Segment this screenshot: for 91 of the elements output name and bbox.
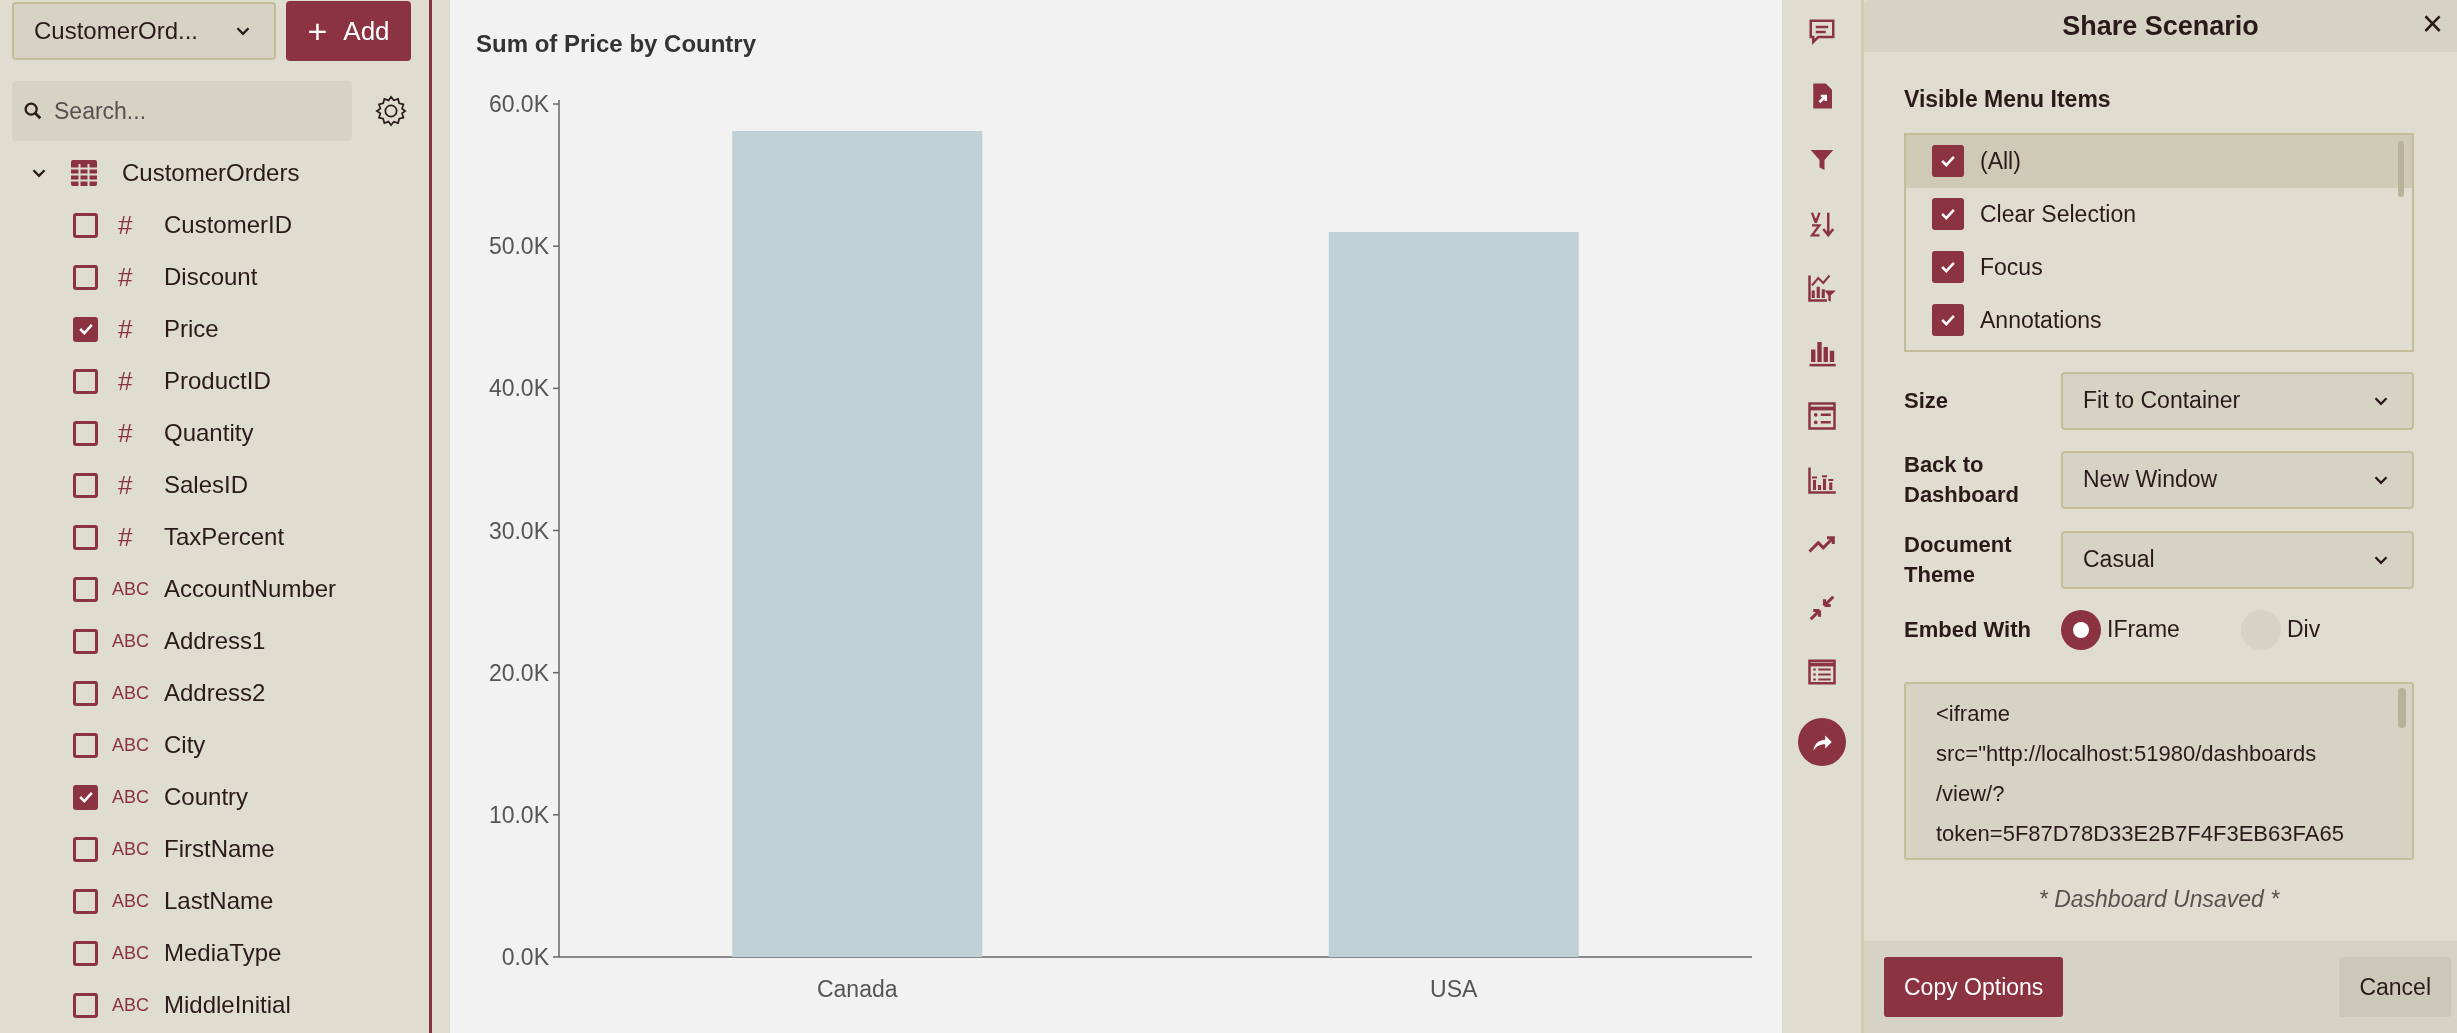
checkbox[interactable] [73, 680, 98, 706]
number-type-label: # [117, 468, 134, 502]
checkbox[interactable] [73, 992, 98, 1018]
settings-icon[interactable] [374, 94, 408, 128]
checkbox[interactable] [1932, 304, 1964, 336]
panel-title: Share Scenario [2062, 9, 2259, 43]
dropdown[interactable]: Casual [2061, 530, 2414, 589]
field-label[interactable]: Country [164, 779, 249, 815]
field-label[interactable]: Quantity [164, 415, 254, 451]
x-tick-label: USA [1430, 976, 1478, 1002]
checkbox[interactable] [73, 888, 98, 914]
toolbar-button[interactable] [1797, 718, 1846, 766]
checkbox[interactable] [73, 420, 98, 446]
checkbox[interactable] [73, 836, 98, 862]
radio-option[interactable]: IFrame [2061, 609, 2241, 650]
checkbox[interactable] [73, 732, 98, 758]
field-label[interactable]: Price [164, 311, 219, 347]
dropdown[interactable]: New Window [2061, 450, 2414, 509]
field-label[interactable]: MiddleInitial [164, 987, 291, 1023]
y-tick-label: 0.0K [501, 944, 549, 970]
status-text: * Dashboard Unsaved * [2037, 884, 2281, 914]
embed-code-field[interactable]: <iframe src="http://localhost:51980/dashboards /view/? token=5F87D78D33E2B7F4F3EB63FA65 [1904, 681, 2414, 860]
y-tick-label: 40.0K [488, 375, 549, 402]
y-tick-label: 20.0K [488, 659, 549, 686]
field-label: Embed With [1904, 616, 2032, 644]
search-icon [22, 100, 44, 122]
checkbox[interactable] [1932, 198, 1964, 230]
checkbox[interactable] [73, 472, 98, 498]
text-type-label: ABC [111, 629, 150, 653]
checkbox[interactable] [73, 576, 98, 602]
scrollbar-thumb[interactable] [2398, 687, 2406, 728]
list-item[interactable]: (All) [1906, 134, 2412, 188]
field-label: Document Theme [1904, 530, 2013, 589]
number-type-label: # [117, 260, 134, 294]
source-select[interactable]: CustomerOrd... [12, 2, 276, 60]
checkbox[interactable] [1932, 251, 1964, 283]
y-tick-label: 10.0K [488, 801, 549, 828]
text-type-label: ABC [111, 889, 150, 913]
field-label[interactable]: Discount [164, 259, 258, 295]
checkbox[interactable] [1932, 145, 1964, 177]
field-label[interactable]: Address2 [164, 675, 266, 711]
field-label[interactable]: Address1 [164, 623, 266, 659]
field-label[interactable]: MediaType [164, 935, 282, 971]
checkbox[interactable] [73, 368, 98, 394]
menu-items-list[interactable]: (All) Clear Selection Focus Annotations [1904, 132, 2414, 352]
tree-node-label[interactable]: CustomerOrders [122, 155, 300, 191]
table-icon [70, 159, 98, 187]
radio-option[interactable]: Div [2241, 609, 2321, 650]
cancel-button[interactable]: Cancel [2339, 957, 2451, 1017]
y-tick-label: 60.0K [488, 91, 549, 117]
text-type-label: ABC [111, 733, 150, 757]
checkbox[interactable] [73, 524, 98, 550]
number-type-label: # [117, 520, 134, 554]
text-type-label: ABC [111, 941, 150, 965]
add-button[interactable]: + Add [286, 1, 411, 61]
field-label: Size [1904, 386, 1950, 415]
field-label[interactable]: FirstName [164, 831, 275, 867]
field-label: Back to Dashboard [1904, 450, 2020, 509]
checkbox[interactable] [73, 940, 98, 966]
field-label[interactable]: SalesID [164, 467, 249, 503]
checkbox[interactable] [73, 316, 98, 342]
x-tick-label: Canada [816, 976, 898, 1002]
scrollbar-thumb[interactable] [2398, 140, 2404, 197]
checkbox[interactable] [73, 628, 98, 654]
text-type-label: ABC [111, 785, 150, 809]
copy-options-button[interactable]: Copy Options [1884, 957, 2064, 1017]
field-label[interactable]: AccountNumber [164, 571, 337, 607]
field-label[interactable]: TaxPercent [164, 519, 285, 555]
field-label[interactable]: City [164, 727, 206, 763]
text-type-label: ABC [111, 681, 150, 705]
radio-button[interactable] [2061, 609, 2101, 650]
number-type-label: # [117, 364, 134, 398]
search-field[interactable]: Search... [12, 81, 352, 141]
text-type-label: ABC [111, 837, 150, 861]
number-type-label: # [117, 312, 134, 346]
field-label[interactable]: ProductID [164, 363, 271, 399]
close-button[interactable]: × [2417, 6, 2447, 42]
checkbox[interactable] [73, 212, 98, 238]
y-tick-label: 50.0K [488, 233, 549, 260]
checkbox[interactable] [73, 784, 98, 810]
field-label[interactable]: LastName [164, 883, 274, 919]
number-type-label: # [117, 208, 134, 242]
dropdown[interactable]: Fit to Container [2061, 371, 2414, 430]
field-label[interactable]: CustomerID [164, 207, 293, 243]
text-type-label: ABC [111, 577, 150, 601]
chart-title: Sum of Price by Country [476, 30, 757, 57]
y-tick-label: 30.0K [488, 517, 549, 544]
number-type-label: # [117, 416, 134, 450]
section-label: Visible Menu Items [1904, 85, 2112, 114]
text-type-label: ABC [111, 993, 150, 1017]
checkbox[interactable] [73, 264, 98, 290]
